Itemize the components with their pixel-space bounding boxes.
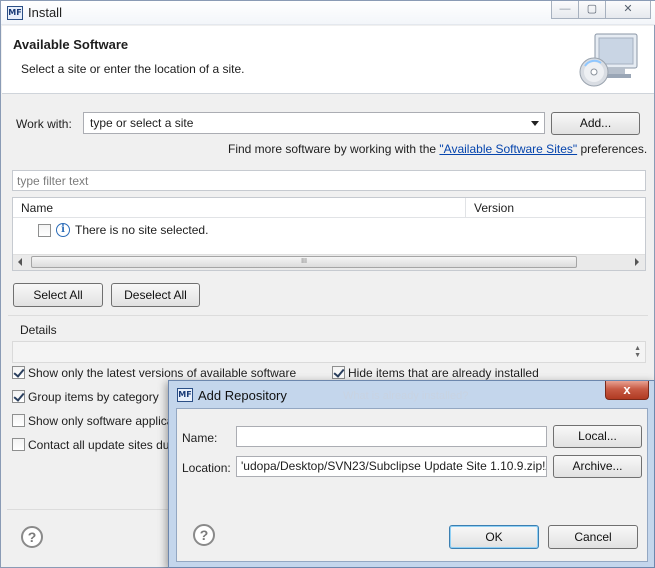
details-scroll-icon[interactable]: ▲ ▼ xyxy=(634,345,641,359)
latest-versions-checkbox[interactable] xyxy=(12,366,25,379)
hide-installed-checkbox[interactable] xyxy=(332,366,345,379)
page-subtitle: Select a site or enter the location of a… xyxy=(21,62,245,76)
latest-versions-label: Show only the latest versions of availab… xyxy=(28,366,297,380)
row-checkbox[interactable] xyxy=(38,224,51,237)
group-by-category-label: Group items by category xyxy=(28,390,159,404)
dialog-help-icon[interactable]: ? xyxy=(193,524,215,546)
scroll-right-icon[interactable] xyxy=(635,258,639,266)
details-separator xyxy=(8,315,648,316)
chevron-down-icon xyxy=(531,121,539,126)
contact-sites-label: Contact all update sites du xyxy=(28,438,170,452)
maximize-icon: ▢ xyxy=(586,3,598,15)
dialog-title: Add Repository xyxy=(198,388,287,403)
cancel-button[interactable]: Cancel xyxy=(548,525,638,549)
local-button[interactable]: Local... xyxy=(553,425,642,448)
dialog-close-button[interactable]: x xyxy=(605,381,649,400)
close-icon: x xyxy=(623,382,631,397)
filter-placeholder: type filter text xyxy=(17,174,89,188)
show-applicable-label: Show only software applica xyxy=(28,414,174,428)
scroll-grip: III xyxy=(301,258,307,265)
ok-button[interactable]: OK xyxy=(449,525,539,549)
horizontal-scrollbar[interactable]: III xyxy=(13,254,645,270)
available-sites-link[interactable]: "Available Software Sites" xyxy=(439,142,577,156)
minimize-button[interactable]: — xyxy=(551,1,579,19)
filter-input[interactable]: type filter text xyxy=(12,170,646,191)
dialog-body: Name: Local... Location: 'udopa/Desktop/… xyxy=(176,408,648,562)
show-applicable-checkbox[interactable] xyxy=(12,414,25,427)
column-header-name[interactable]: Name xyxy=(13,198,466,218)
find-more-suffix: preferences. xyxy=(577,142,648,156)
location-value: 'udopa/Desktop/SVN23/Subclipse Update Si… xyxy=(241,459,547,473)
location-field[interactable]: 'udopa/Desktop/SVN23/Subclipse Update Si… xyxy=(236,456,547,477)
dialog-ghost-link: What is already installed? xyxy=(343,390,469,402)
no-site-message: There is no site selected. xyxy=(75,223,209,237)
name-field[interactable] xyxy=(236,426,547,447)
column-header-version[interactable]: Version xyxy=(466,198,645,218)
header-banner: Available Software Select a site or ente… xyxy=(2,26,654,94)
minimize-icon: — xyxy=(559,3,571,15)
close-button[interactable]: ✕ xyxy=(605,1,651,19)
name-label: Name: xyxy=(182,431,218,445)
page-title: Available Software xyxy=(13,37,129,52)
archive-button[interactable]: Archive... xyxy=(553,455,642,478)
work-with-value: type or select a site xyxy=(90,116,194,130)
contact-sites-checkbox[interactable] xyxy=(12,438,25,451)
software-table: Name Version i There is no site selected… xyxy=(12,197,646,271)
app-icon: MF xyxy=(7,6,23,20)
work-with-label: Work with: xyxy=(16,117,72,131)
table-row: i There is no site selected. xyxy=(13,220,645,240)
add-button[interactable]: Add... xyxy=(551,112,640,135)
info-icon: i xyxy=(56,223,70,237)
help-icon[interactable]: ? xyxy=(21,526,43,548)
find-more-prefix: Find more software by working with the xyxy=(228,142,440,156)
maximize-button[interactable]: ▢ xyxy=(578,1,606,19)
window-title: Install xyxy=(28,5,62,20)
location-label: Location: xyxy=(182,461,231,475)
work-with-combo[interactable]: type or select a site xyxy=(83,112,545,134)
hide-installed-label: Hide items that are already installed xyxy=(348,366,539,380)
add-repository-dialog: MF Add Repository What is already instal… xyxy=(168,380,655,568)
find-more-text: Find more software by working with the "… xyxy=(228,142,647,156)
dialog-app-icon: MF xyxy=(177,388,193,402)
install-cd-icon xyxy=(579,33,638,87)
close-icon: ✕ xyxy=(623,3,633,15)
select-all-button[interactable]: Select All xyxy=(13,283,103,307)
scroll-thumb[interactable]: III xyxy=(31,256,577,268)
scroll-left-icon[interactable] xyxy=(18,258,22,266)
details-label: Details xyxy=(20,323,57,337)
deselect-all-button[interactable]: Deselect All xyxy=(111,283,200,307)
title-bar: MF Install — ▢ ✕ xyxy=(1,1,655,25)
details-text: ▲ ▼ xyxy=(12,341,646,363)
group-by-category-checkbox[interactable] xyxy=(12,390,25,403)
